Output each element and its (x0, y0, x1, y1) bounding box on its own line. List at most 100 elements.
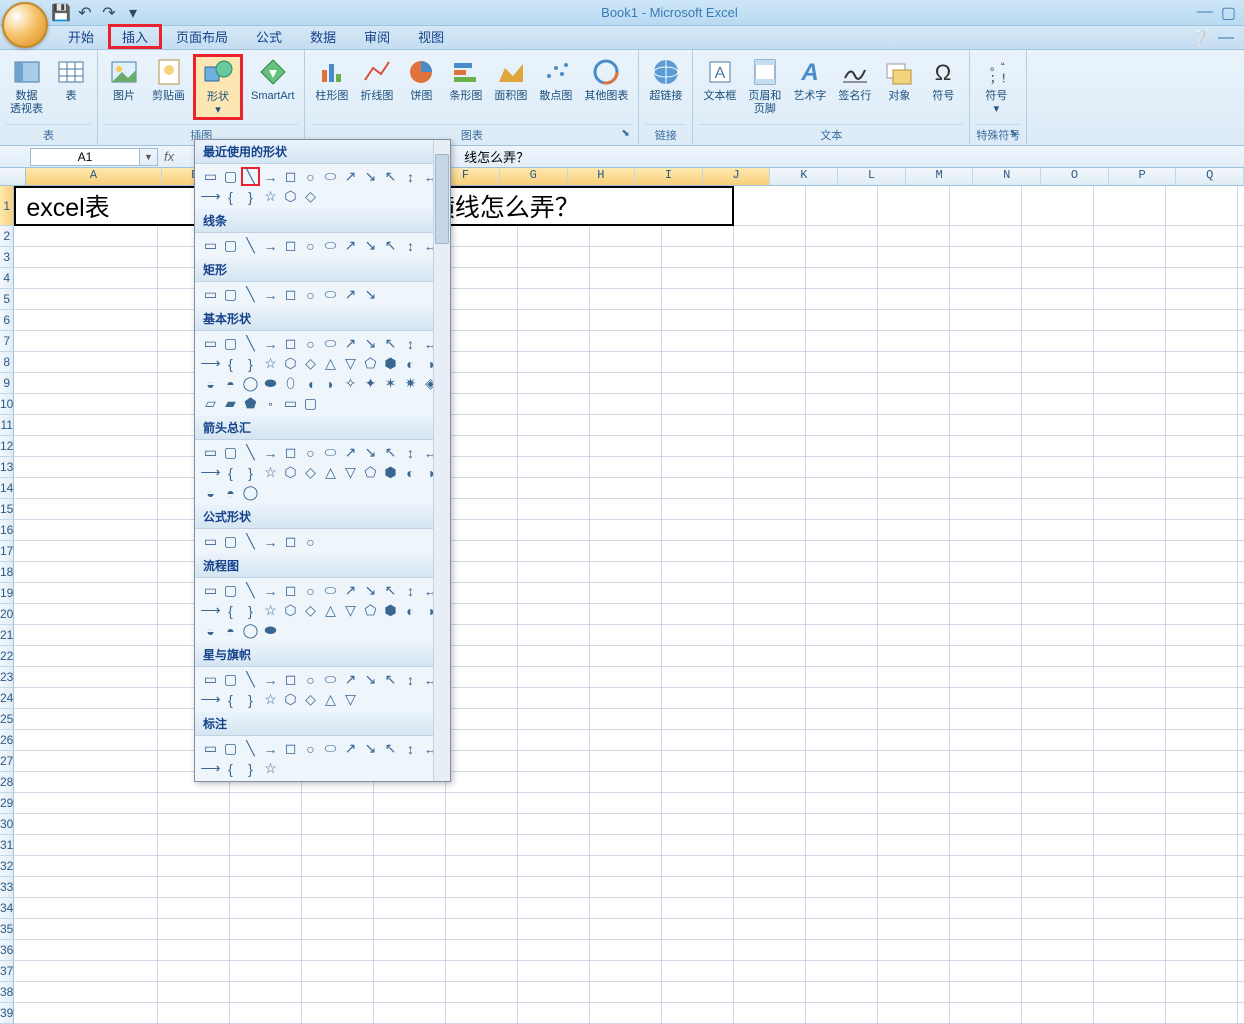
shape-option[interactable]: ▢ (301, 394, 320, 413)
cell-E35[interactable] (374, 919, 446, 939)
ribbon-txt-button[interactable]: A文本框 (699, 54, 740, 105)
cell-G25[interactable] (518, 709, 590, 729)
row-header-10[interactable]: 10 (0, 394, 14, 415)
cell-P17[interactable] (1166, 541, 1238, 561)
row-header-2[interactable]: 2 (0, 226, 14, 247)
shape-option[interactable]: △ (321, 690, 340, 709)
shape-option[interactable]: ◻ (281, 670, 300, 689)
cell-H33[interactable] (590, 877, 662, 897)
row-header-6[interactable]: 6 (0, 310, 14, 331)
cell-N4[interactable] (1022, 268, 1094, 288)
cell-K12[interactable] (806, 436, 878, 456)
cell-J27[interactable] (734, 751, 806, 771)
shape-option[interactable]: ▢ (221, 532, 240, 551)
shape-option[interactable]: ↗ (341, 236, 360, 255)
col-header-L[interactable]: L (838, 168, 906, 185)
cell-I36[interactable] (662, 940, 734, 960)
cell-K21[interactable] (806, 625, 878, 645)
cell-H36[interactable] (590, 940, 662, 960)
cell-I29[interactable] (662, 793, 734, 813)
cell-K11[interactable] (806, 415, 878, 435)
cell-L36[interactable] (878, 940, 950, 960)
ribbon-area-button[interactable]: 面积图 (490, 54, 531, 105)
cell-J16[interactable] (734, 520, 806, 540)
cell-O1[interactable] (1094, 186, 1166, 225)
cell-B34[interactable] (158, 898, 230, 918)
cell-Q27[interactable] (1238, 751, 1244, 771)
cell-H28[interactable] (590, 772, 662, 792)
cell-I17[interactable] (662, 541, 734, 561)
cell-F5[interactable] (446, 289, 518, 309)
cell-D34[interactable] (302, 898, 374, 918)
cell-J25[interactable] (734, 709, 806, 729)
shape-option[interactable]: ⬭ (321, 581, 340, 600)
cell-F6[interactable] (446, 310, 518, 330)
cell-A26[interactable] (14, 730, 158, 750)
shape-option[interactable]: ⟶ (201, 354, 220, 373)
shape-option[interactable]: } (241, 463, 260, 482)
cell-I7[interactable] (662, 331, 734, 351)
cell-E29[interactable] (374, 793, 446, 813)
cell-M26[interactable] (950, 730, 1022, 750)
row-header-12[interactable]: 12 (0, 436, 14, 457)
cell-L9[interactable] (878, 373, 950, 393)
cell-K16[interactable] (806, 520, 878, 540)
cell-G23[interactable] (518, 667, 590, 687)
tab-视图[interactable]: 视图 (404, 24, 458, 49)
row-header-8[interactable]: 8 (0, 352, 14, 373)
cell-H20[interactable] (590, 604, 662, 624)
cell-M23[interactable] (950, 667, 1022, 687)
cell-G37[interactable] (518, 961, 590, 981)
cell-F7[interactable] (446, 331, 518, 351)
shape-option[interactable]: ▽ (341, 690, 360, 709)
cell-C37[interactable] (230, 961, 302, 981)
cell-D38[interactable] (302, 982, 374, 1002)
cell-K38[interactable] (806, 982, 878, 1002)
cell-G20[interactable] (518, 604, 590, 624)
cell-K39[interactable] (806, 1003, 878, 1023)
cell-P30[interactable] (1166, 814, 1238, 834)
cell-P22[interactable] (1166, 646, 1238, 666)
cell-O24[interactable] (1094, 688, 1166, 708)
cell-M31[interactable] (950, 835, 1022, 855)
cell-P4[interactable] (1166, 268, 1238, 288)
cell-M38[interactable] (950, 982, 1022, 1002)
cell-G19[interactable] (518, 583, 590, 603)
cell-F32[interactable] (446, 856, 518, 876)
cell-A33[interactable] (14, 877, 158, 897)
shape-option[interactable]: ✷ (401, 374, 420, 393)
cell-L13[interactable] (878, 457, 950, 477)
cell-N31[interactable] (1022, 835, 1094, 855)
cell-H5[interactable] (590, 289, 662, 309)
cell-F35[interactable] (446, 919, 518, 939)
shape-option[interactable]: ▽ (341, 463, 360, 482)
row-header-17[interactable]: 17 (0, 541, 14, 562)
cell-N8[interactable] (1022, 352, 1094, 372)
cell-P38[interactable] (1166, 982, 1238, 1002)
shape-option[interactable]: ╲ (241, 236, 260, 255)
cell-A4[interactable] (14, 268, 158, 288)
shape-option[interactable]: ↘ (361, 443, 380, 462)
cell-J29[interactable] (734, 793, 806, 813)
cell-O37[interactable] (1094, 961, 1166, 981)
cell-P39[interactable] (1166, 1003, 1238, 1023)
shape-option[interactable]: ◻ (281, 334, 300, 353)
cell-A27[interactable] (14, 751, 158, 771)
cell-Q28[interactable] (1238, 772, 1244, 792)
cell-P11[interactable] (1166, 415, 1238, 435)
shape-option[interactable]: ↘ (361, 285, 380, 304)
cell-M19[interactable] (950, 583, 1022, 603)
qat-dropdown-icon[interactable]: ▾ (124, 4, 142, 22)
cell-I38[interactable] (662, 982, 734, 1002)
shape-option[interactable]: { (221, 601, 240, 620)
col-header-M[interactable]: M (906, 168, 974, 185)
shape-option[interactable]: → (261, 532, 280, 551)
cell-G39[interactable] (518, 1003, 590, 1023)
shape-option[interactable]: ⬠ (361, 354, 380, 373)
shape-option[interactable]: △ (321, 463, 340, 482)
cell-I28[interactable] (662, 772, 734, 792)
cell-L19[interactable] (878, 583, 950, 603)
cell-A38[interactable] (14, 982, 158, 1002)
cell-H26[interactable] (590, 730, 662, 750)
cell-I8[interactable] (662, 352, 734, 372)
